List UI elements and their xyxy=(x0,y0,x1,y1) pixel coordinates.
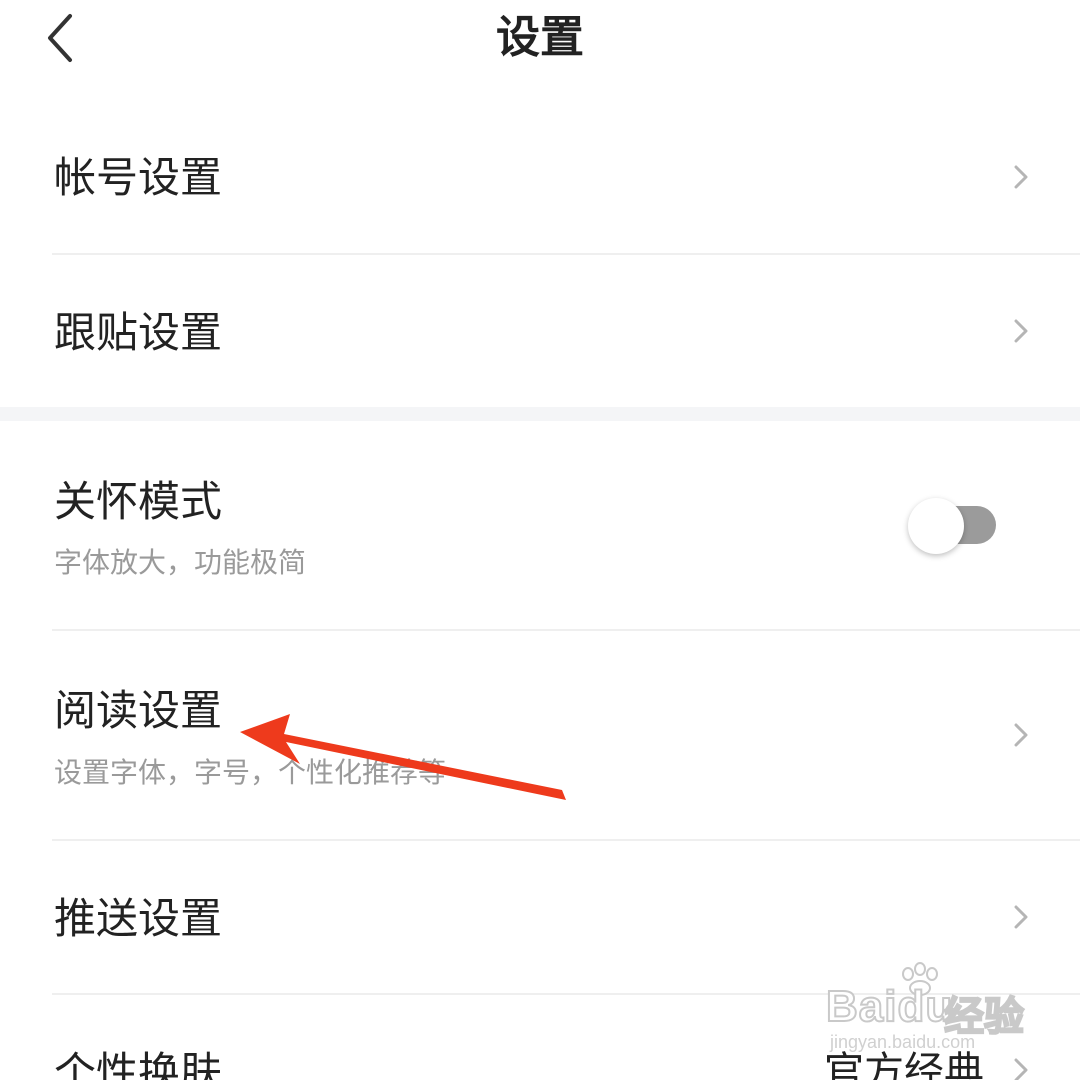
settings-item-account[interactable]: 帐号设置 xyxy=(0,100,1080,253)
watermark-url: jingyan.baidu.com xyxy=(830,1032,976,1052)
settings-item-description: 设置字体，字号，个性化推荐等 xyxy=(54,756,447,789)
settings-item-label: 关怀模式 xyxy=(54,477,223,526)
top-bar: 设置 xyxy=(0,0,1080,80)
settings-item-follow-post[interactable]: 跟贴设置 xyxy=(0,255,1080,407)
watermark-logo: Baidu xyxy=(825,981,954,1032)
chevron-right-icon xyxy=(1014,165,1028,189)
page-title: 设置 xyxy=(496,12,584,63)
chevron-right-icon xyxy=(1014,1058,1028,1080)
chevron-right-icon xyxy=(1014,723,1028,747)
chevron-right-icon xyxy=(1014,905,1028,929)
section-gap xyxy=(0,407,1080,421)
settings-item-description: 字体放大，功能极简 xyxy=(54,546,307,579)
toggle-knob xyxy=(908,498,964,554)
settings-item-label: 个性换肤 xyxy=(54,1048,223,1080)
settings-item-label: 推送设置 xyxy=(54,894,223,943)
settings-item-label: 帐号设置 xyxy=(54,153,223,202)
settings-item-label: 跟贴设置 xyxy=(54,308,223,357)
chevron-right-icon xyxy=(1014,319,1028,343)
watermark: Baidu 经验 jingyan.baidu.com xyxy=(825,962,1036,1058)
settings-item-label: 阅读设置 xyxy=(54,686,223,735)
settings-item-reading[interactable]: 阅读设置 设置字体，字号，个性化推荐等 xyxy=(0,631,1080,839)
care-mode-toggle[interactable] xyxy=(906,498,998,556)
